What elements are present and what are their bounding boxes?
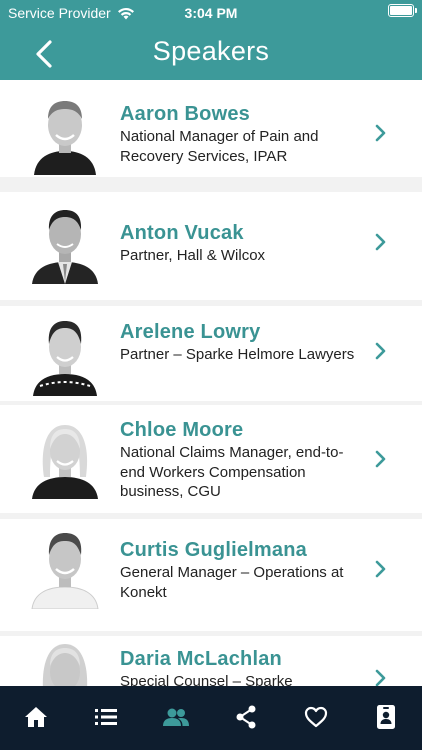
speaker-role: General Manager – Operations at Konekt bbox=[120, 564, 344, 601]
speaker-role: National Claims Manager, end-to-end Work… bbox=[120, 444, 344, 500]
speaker-row[interactable]: Arelene Lowry Partner – Sparke Helmore L… bbox=[0, 306, 422, 401]
battery-icon bbox=[388, 4, 417, 17]
share-icon bbox=[236, 705, 256, 729]
speaker-role: Partner – Sparke Helmore Lawyers bbox=[120, 346, 355, 363]
header-bar: Service Provider 3:04 PM Speakers bbox=[0, 0, 422, 80]
avatar bbox=[30, 529, 100, 609]
speaker-list[interactable]: Aaron Bowes National Manager of Pain and… bbox=[0, 80, 422, 686]
speaker-name: Anton Vucak bbox=[120, 222, 244, 244]
speaker-role: Special Counsel – Sparke bbox=[120, 673, 293, 686]
avatar bbox=[30, 640, 100, 686]
id-badge-icon bbox=[377, 705, 395, 729]
speaker-row[interactable]: Daria McLachlan Special Counsel – Sparke bbox=[0, 636, 422, 686]
avatar bbox=[30, 95, 100, 175]
chevron-right-icon bbox=[375, 450, 386, 468]
chevron-right-icon bbox=[375, 342, 386, 360]
chevron-right-icon bbox=[375, 124, 386, 142]
status-bar: Service Provider 3:04 PM bbox=[0, 0, 422, 26]
tab-favourites[interactable] bbox=[301, 702, 331, 732]
speaker-row[interactable]: Aaron Bowes National Manager of Pain and… bbox=[0, 80, 422, 177]
tab-share[interactable] bbox=[231, 702, 261, 732]
list-icon bbox=[95, 709, 117, 725]
home-icon bbox=[25, 707, 47, 727]
speaker-row[interactable]: Anton Vucak Partner, Hall & Wilcox bbox=[0, 192, 422, 300]
people-icon bbox=[163, 708, 189, 726]
speaker-name: Curtis Guglielmana bbox=[120, 539, 307, 561]
avatar bbox=[30, 316, 100, 396]
tab-speakers[interactable] bbox=[161, 702, 191, 732]
speaker-name: Chloe Moore bbox=[120, 419, 244, 441]
speaker-row[interactable]: Curtis Guglielmana General Manager – Ope… bbox=[0, 519, 422, 631]
status-time: 3:04 PM bbox=[184, 5, 238, 21]
chevron-right-icon bbox=[375, 233, 386, 251]
speaker-role: National Manager of Pain and Recovery Se… bbox=[120, 128, 319, 165]
speaker-role: Partner, Hall & Wilcox bbox=[120, 247, 266, 264]
speaker-name: Arelene Lowry bbox=[120, 321, 261, 343]
speaker-name: Daria McLachlan bbox=[120, 648, 282, 670]
page-title: Speakers bbox=[152, 36, 270, 66]
tab-bar bbox=[0, 686, 422, 750]
chevron-right-icon bbox=[375, 669, 386, 686]
avatar bbox=[30, 419, 100, 499]
chevron-right-icon bbox=[375, 560, 386, 578]
speaker-name: Aaron Bowes bbox=[120, 103, 251, 125]
tab-badge[interactable] bbox=[371, 702, 401, 732]
speaker-row[interactable]: Chloe Moore National Claims Manager, end… bbox=[0, 405, 422, 513]
avatar bbox=[30, 204, 100, 284]
heart-icon bbox=[304, 706, 328, 728]
tab-home[interactable] bbox=[21, 702, 51, 732]
tab-list[interactable] bbox=[91, 702, 121, 732]
